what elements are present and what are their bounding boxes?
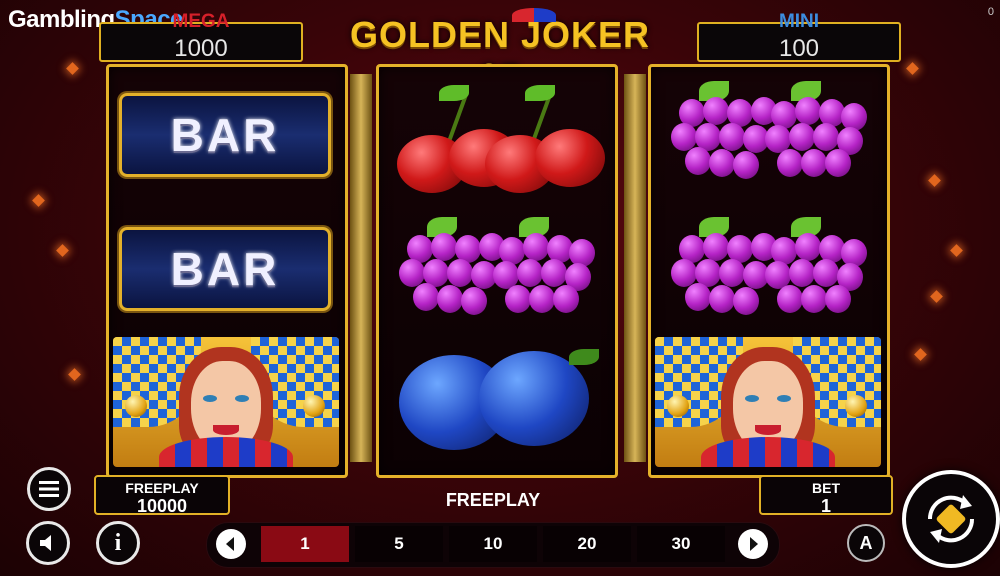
bar-symbol-text: BAR xyxy=(170,109,280,161)
background-diamond xyxy=(56,244,69,257)
reel-divider xyxy=(624,74,646,462)
background-diamond xyxy=(928,174,941,187)
grapes-symbol xyxy=(661,215,873,325)
spin-button[interactable] xyxy=(902,470,1000,568)
bet-value: 1 xyxy=(820,496,831,516)
freeplay-box: FREEPLAY 10000 xyxy=(94,475,230,516)
hamburger-menu-icon xyxy=(39,481,59,497)
jackpot-mega-value: 1000 xyxy=(174,35,228,62)
bet-option-10[interactable]: 10 xyxy=(449,526,537,562)
info-icon: i xyxy=(114,529,122,556)
bet-option-1[interactable]: 1 xyxy=(261,526,349,562)
bet-prev-button[interactable] xyxy=(216,529,246,559)
spin-arrows-icon xyxy=(927,495,975,543)
grapes-symbol xyxy=(389,215,601,325)
freeplay-value: 10000 xyxy=(136,496,188,516)
background-diamond xyxy=(930,290,943,303)
jackpot-mini-value: 100 xyxy=(778,35,820,62)
background-diamond xyxy=(68,368,81,381)
bet-option-20[interactable]: 20 xyxy=(543,526,631,562)
jackpot-mega: MEGA 1000 xyxy=(99,12,303,62)
background-diamond xyxy=(914,348,927,361)
autoplay-icon: A xyxy=(859,532,873,553)
bar-symbol: BAR xyxy=(119,93,331,177)
joker-symbol xyxy=(113,337,339,467)
bar-symbol-text: BAR xyxy=(170,243,280,295)
bet-label: BET xyxy=(812,480,840,496)
speaker-icon xyxy=(40,535,51,551)
jackpot-mini: MINI 100 xyxy=(697,12,901,62)
bet-option-5[interactable]: 5 xyxy=(355,526,443,562)
reel-divider xyxy=(350,74,372,462)
jackpot-mega-label: MEGA xyxy=(172,11,230,32)
background-diamond xyxy=(66,62,79,75)
chevron-left-icon xyxy=(226,537,234,551)
jester-hat-icon xyxy=(512,8,556,22)
bet-box: BET 1 xyxy=(759,475,893,516)
reel-3 xyxy=(648,64,890,478)
status-text: FREEPLAY xyxy=(445,490,541,510)
background-diamond xyxy=(950,244,963,257)
info-button[interactable]: i xyxy=(96,521,140,565)
bar-symbol: BAR xyxy=(119,227,331,311)
menu-button[interactable] xyxy=(27,467,71,511)
bet-next-button[interactable] xyxy=(738,529,768,559)
grapes-symbol xyxy=(661,79,873,189)
joker-symbol xyxy=(655,337,881,467)
autoplay-button[interactable]: A xyxy=(847,524,885,562)
plums-symbol xyxy=(389,345,601,455)
sound-button[interactable] xyxy=(26,521,70,565)
corner-counter: 0 xyxy=(987,6,994,18)
reel-1: BAR BAR xyxy=(106,64,348,478)
background-diamond xyxy=(906,62,919,75)
cherries-symbol xyxy=(389,77,605,197)
reel-2 xyxy=(376,64,618,478)
freeplay-label: FREEPLAY xyxy=(125,480,199,496)
jackpot-mini-label: MINI xyxy=(778,11,820,32)
background-diamond xyxy=(32,194,45,207)
bet-option-30[interactable]: 30 xyxy=(637,526,725,562)
chevron-right-icon xyxy=(750,537,758,551)
